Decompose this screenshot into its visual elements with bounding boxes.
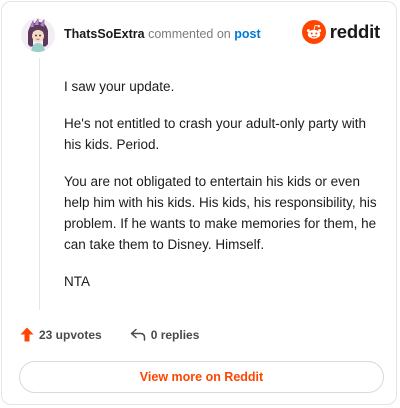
upvote-button[interactable]: 23 upvotes (20, 327, 102, 342)
reddit-logo[interactable]: reddit (301, 20, 380, 44)
action-text: commented on (148, 27, 231, 41)
comment-paragraph: You are not obligated to entertain his k… (64, 174, 377, 252)
comment-paragraph: NTA (64, 274, 90, 289)
reply-count: 0 replies (150, 327, 200, 342)
comment-header: ThatsSoExtra commented on post (64, 27, 261, 41)
upvote-arrow-icon (20, 327, 34, 342)
comment-footer: 23 upvotes 0 replies (20, 327, 199, 342)
username-link[interactable]: ThatsSoExtra (64, 27, 145, 41)
comment-card: ThatsSoExtra commented on post reddit I … (1, 1, 397, 405)
avatar[interactable] (21, 18, 55, 52)
reply-button[interactable]: 0 replies (130, 327, 200, 342)
thread-line (39, 58, 40, 310)
comment-body: I saw your update. He's not entitled to … (64, 76, 386, 308)
view-more-button[interactable]: View more on Reddit (19, 361, 384, 393)
reddit-wordmark: reddit (329, 21, 380, 42)
reddit-snoo-icon (301, 20, 326, 44)
comment-paragraph: He's not entitled to crash your adult-on… (64, 116, 366, 152)
upvote-count: 23 upvotes (39, 327, 102, 342)
reply-arrow-icon (130, 328, 145, 341)
post-link[interactable]: post (234, 27, 260, 41)
avatar-image (21, 18, 55, 52)
comment-paragraph: I saw your update. (64, 79, 175, 94)
